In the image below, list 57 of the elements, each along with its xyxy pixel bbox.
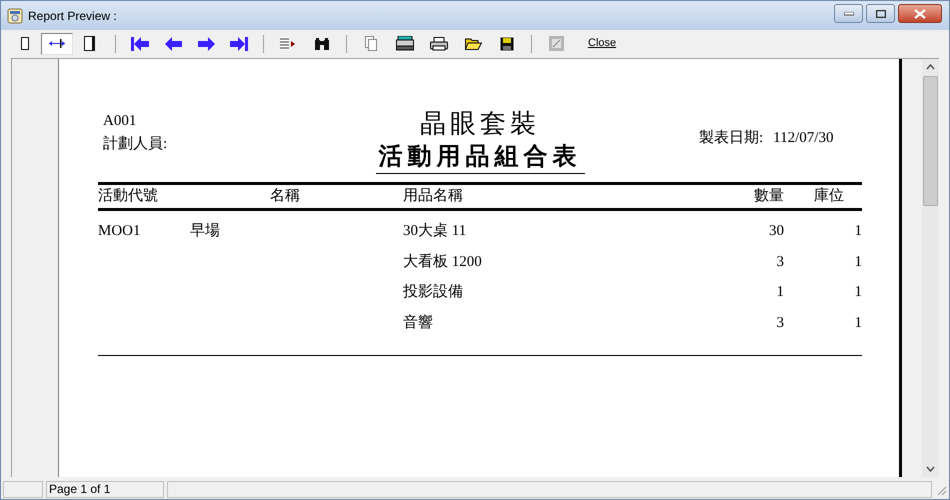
printer-stack-icon xyxy=(396,36,414,51)
close-icon xyxy=(914,8,926,18)
export-button[interactable] xyxy=(546,34,566,54)
column-header: 用品名稱 xyxy=(403,188,463,204)
location: 1 xyxy=(854,314,862,330)
close-preview-button[interactable]: Close xyxy=(588,35,616,52)
printer-icon xyxy=(430,36,448,50)
first-page-icon xyxy=(131,36,149,50)
maximize-icon xyxy=(876,10,886,18)
column-header: 數量 xyxy=(754,188,784,204)
location: 1 xyxy=(854,254,862,270)
full-page-icon xyxy=(84,36,94,51)
minimize-button[interactable] xyxy=(834,4,863,23)
activity-code: MOO1 xyxy=(98,223,141,239)
quantity: 30 xyxy=(769,223,784,239)
item-name: 音響 xyxy=(403,314,433,330)
zoom-width-button[interactable] xyxy=(41,32,73,54)
column-header: 活動代號 xyxy=(98,188,158,204)
last-page-icon xyxy=(230,36,248,50)
resize-grip-icon[interactable] xyxy=(935,484,947,496)
item-name: 30大桌 11 xyxy=(403,223,466,239)
folder-icon xyxy=(464,37,482,50)
save-icon xyxy=(500,36,514,50)
pages-icon xyxy=(365,36,377,51)
column-header: 庫位 xyxy=(814,188,844,204)
location: 1 xyxy=(854,223,862,239)
binoculars-icon xyxy=(315,38,329,50)
app-icon xyxy=(7,8,23,24)
activity-name: 早場 xyxy=(190,223,220,239)
company-name: 晶眼套裝 xyxy=(420,108,540,140)
print-setup-button[interactable] xyxy=(395,34,415,54)
item-name: 大看板 1200 xyxy=(403,254,482,270)
close-button[interactable] xyxy=(898,4,942,23)
report-title: 活動用品組合表 xyxy=(376,141,584,174)
quantity: 1 xyxy=(776,284,784,300)
quantity: 3 xyxy=(776,254,784,270)
page-icon xyxy=(21,37,29,50)
next-page-icon xyxy=(198,36,214,50)
date-label: 製表日期: xyxy=(699,128,764,148)
scrollbar[interactable] xyxy=(922,59,939,477)
item-name: 投影設備 xyxy=(403,284,463,300)
maximize-button[interactable] xyxy=(866,4,895,23)
page-status: Page 1 of 1 xyxy=(46,481,164,498)
window-title: Report Preview : xyxy=(28,8,117,24)
report-date: 112/07/30 xyxy=(773,129,834,148)
lines-arrow-icon xyxy=(280,38,296,50)
column-header: 名稱 xyxy=(270,188,300,204)
status-panel xyxy=(3,481,43,498)
scroll-thumb[interactable] xyxy=(923,76,938,206)
image-frame-icon xyxy=(548,36,564,51)
report-code: A001 xyxy=(103,112,136,131)
planner-label: 計劃人員: xyxy=(103,134,168,154)
quantity: 3 xyxy=(776,314,784,330)
minimize-icon xyxy=(844,12,854,16)
fit-width-icon xyxy=(49,37,65,50)
previous-page-icon xyxy=(164,36,182,50)
location: 1 xyxy=(854,284,862,300)
